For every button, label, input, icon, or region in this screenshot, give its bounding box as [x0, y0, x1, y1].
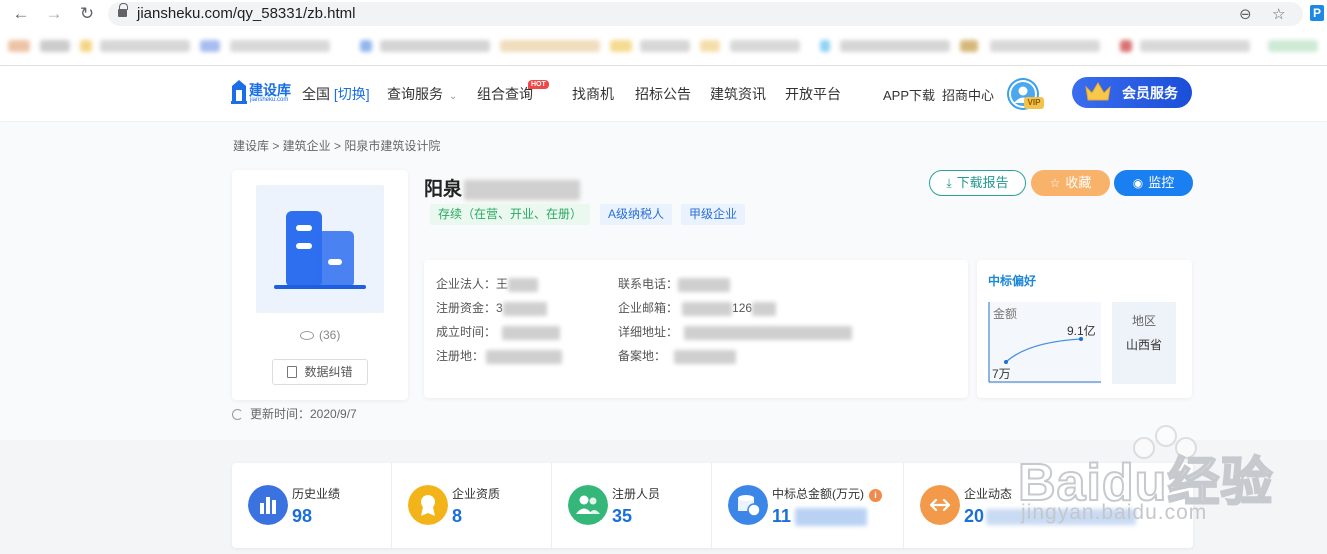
- stat-history[interactable]: 历史业绩 98: [232, 463, 392, 548]
- favorite-button[interactable]: ☆ 收藏: [1031, 170, 1110, 196]
- company-logo: [256, 185, 384, 313]
- data-correction-button[interactable]: 数据纠错: [272, 359, 368, 385]
- extension-icon[interactable]: P: [1310, 5, 1324, 21]
- amount-chart: 金额 9.1亿 7万: [988, 302, 1101, 384]
- url-text: jiansheku.com/qy_58331/zb.html: [137, 5, 356, 22]
- address-row: 详细地址：: [618, 323, 853, 340]
- medal-icon: [408, 485, 448, 525]
- chart-label: 金额: [993, 306, 1017, 321]
- swap-arrows-icon: [920, 485, 960, 525]
- member-service-button[interactable]: 会员服务: [1072, 77, 1192, 108]
- company-logo-card: (36) 数据纠错: [232, 170, 408, 400]
- amount-curve: 金额 9.1亿 7万: [988, 302, 1101, 383]
- watermark-text: jingyan.baidu.com: [1021, 501, 1208, 524]
- location-pin-icon: ◉: [1132, 176, 1144, 190]
- bar-chart-icon: [248, 485, 288, 525]
- people-icon: [568, 485, 608, 525]
- nav-merchant-center[interactable]: 招商中心: [942, 85, 994, 104]
- email-row: 企业邮箱： 126: [618, 299, 777, 316]
- vip-badge: VIP: [1024, 97, 1044, 109]
- region-label: 地区: [1131, 314, 1156, 328]
- logo-domain: jiansheku.com: [250, 97, 289, 103]
- bookmarks-bar: [0, 36, 1327, 58]
- building-icon: [274, 211, 366, 289]
- company-name: 阳泉: [424, 174, 581, 201]
- arrow-right-icon[interactable]: →: [44, 4, 64, 24]
- record-row: 备案地：: [618, 347, 737, 364]
- legal-rep-row: 企业法人：王: [436, 275, 539, 292]
- nav-app-download[interactable]: APP下载: [883, 85, 935, 104]
- founded-row: 成立时间：: [436, 323, 561, 340]
- nav-region[interactable]: 全国 [切换]: [302, 84, 370, 104]
- browser-chrome: ← → ↻ jiansheku.com/qy_58331/zb.html ⊖ ☆…: [0, 0, 1327, 66]
- update-time: 更新时间：2020/9/7: [232, 405, 357, 422]
- capital-row: 注册资金：3: [436, 299, 547, 316]
- region-switch-link[interactable]: [切换]: [334, 86, 370, 102]
- grade-tag: 甲级企业: [681, 204, 746, 225]
- preference-title: 中标偏好: [988, 274, 1037, 288]
- bid-preference-card: 中标偏好 金额 9.1亿 7万 地区 山西省: [977, 260, 1192, 398]
- stat-total-bid-amount[interactable]: 中标总金额(万元) i 11: [712, 463, 904, 548]
- star-icon: ☆: [1049, 176, 1061, 190]
- address-bar[interactable]: jiansheku.com/qy_58331/zb.html ⊖ ☆: [108, 2, 1303, 26]
- edit-document-icon: [287, 366, 298, 378]
- star-icon[interactable]: ☆: [1272, 5, 1285, 23]
- tax-tag: A级纳税人: [600, 204, 673, 225]
- view-count: (36): [300, 328, 340, 342]
- eye-icon: [300, 331, 314, 340]
- download-icon: ⤓: [946, 176, 952, 190]
- min-amount-label: 7万: [992, 367, 1011, 381]
- reg-place-row: 注册地：: [436, 347, 563, 364]
- monitor-button[interactable]: ◉ 监控: [1114, 170, 1193, 196]
- company-info-card: 企业法人：王 注册资金：3 成立时间： 注册地： 联系电话： 企业邮箱： 126 …: [424, 260, 968, 398]
- breadcrumb[interactable]: 建设库 > 建筑企业 > 阳泉市建筑设计院: [233, 137, 440, 154]
- nav-open-platform[interactable]: 开放平台: [785, 84, 841, 104]
- info-icon[interactable]: i: [869, 489, 882, 502]
- download-report-button[interactable]: ⤓ 下载报告: [929, 170, 1026, 196]
- member-service-label: 会员服务: [1122, 85, 1178, 101]
- region-value: 山西省: [1125, 338, 1162, 352]
- stat-qualification[interactable]: 企业资质 8: [392, 463, 552, 548]
- logo-icon: [231, 80, 247, 104]
- region-box: 地区 山西省: [1112, 302, 1176, 384]
- crown-icon: [1085, 82, 1111, 101]
- lock-icon: [118, 3, 128, 17]
- zoom-icon[interactable]: ⊖: [1239, 5, 1252, 23]
- coin-stack-icon: [728, 485, 768, 525]
- phone-row: 联系电话：: [618, 275, 731, 292]
- nav-tender-notice[interactable]: 招标公告: [635, 84, 691, 104]
- status-tag: 存续（在营、开业、在册）: [430, 204, 591, 225]
- max-amount-label: 9.1亿: [1067, 323, 1096, 338]
- region-label: 全国: [302, 86, 330, 102]
- nav-find-business[interactable]: 找商机: [572, 84, 614, 104]
- chevron-down-icon: ⌄: [449, 91, 458, 102]
- nav-query-service-label: 查询服务: [387, 86, 443, 102]
- stat-registered-staff[interactable]: 注册人员 35: [552, 463, 712, 548]
- reload-icon[interactable]: ↻: [77, 4, 97, 24]
- nav-combo-query[interactable]: 组合查询: [477, 84, 533, 104]
- hot-badge: HOT: [528, 80, 549, 89]
- refresh-icon: [232, 409, 243, 420]
- arrow-left-icon[interactable]: ←: [11, 4, 31, 24]
- nav-construction-news[interactable]: 建筑资讯: [710, 84, 766, 104]
- nav-query-service[interactable]: 查询服务 ⌄: [387, 84, 457, 104]
